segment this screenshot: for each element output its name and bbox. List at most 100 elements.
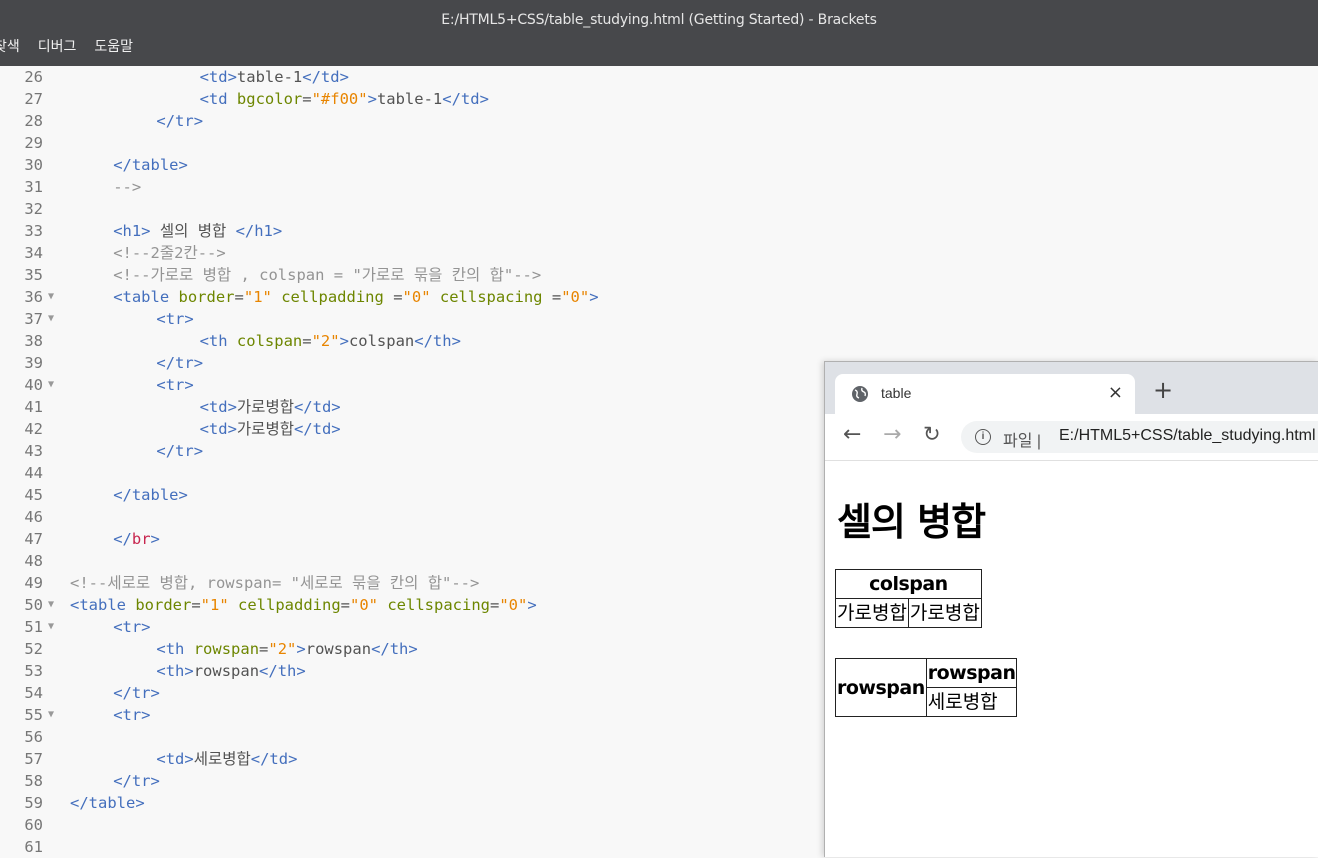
new-tab-button[interactable]: +	[1153, 378, 1173, 402]
code-text: <tr>	[156, 374, 193, 396]
url-text[interactable]: E:/HTML5+CSS/table_studying.html	[1059, 427, 1316, 445]
fold-arrow-icon[interactable]: ▼	[48, 594, 54, 616]
code-text: -->	[113, 176, 141, 198]
code-line[interactable]: 30 </table>	[0, 154, 1318, 176]
code-token: >	[296, 640, 306, 658]
line-number: 48	[24, 552, 43, 570]
line-number: 52	[24, 640, 43, 658]
address-bar[interactable]: i 파일 | E:/HTML5+CSS/table_studying.html	[961, 421, 1318, 453]
rowspan-header: rowspan	[835, 658, 927, 717]
code-token: </tr>	[113, 684, 160, 702]
code-line[interactable]: 27 <td bgcolor="#f00">table-1</td>	[0, 88, 1318, 110]
code-line[interactable]: 36 ▼ <table border="1" cellpadding ="0" ce…	[0, 286, 1318, 308]
tab-strip: table × +	[825, 362, 1318, 414]
fold-arrow-icon[interactable]: ▼	[48, 616, 54, 638]
fold-arrow-icon[interactable]: ▼	[48, 374, 54, 396]
info-icon[interactable]: i	[975, 429, 991, 445]
code-token: <td>	[199, 420, 237, 438]
code-line[interactable]: 37 ▼ <tr>	[0, 308, 1318, 330]
code-text: <th>rowspan</th>	[156, 660, 305, 682]
code-token: cellpadding	[228, 596, 341, 614]
line-number: 61	[24, 838, 43, 856]
menu-item-help[interactable]: 도움말	[94, 36, 133, 58]
line-number: 39	[24, 354, 43, 372]
code-text: </br>	[113, 528, 160, 550]
code-line[interactable]: 35 <!--가로로 병합 , colspan = "가로로 묶을 칸의 합"--…	[0, 264, 1318, 286]
code-line[interactable]: 26 <td>table-1</td>	[0, 66, 1318, 88]
browser-tab[interactable]: table ×	[835, 374, 1135, 414]
code-text: <td>table-1</td>	[200, 66, 349, 88]
code-token: colspan	[236, 332, 303, 350]
line-number: 31	[24, 178, 43, 196]
line-number: 40	[24, 376, 43, 394]
code-text: <th rowspan="2">rowspan</th>	[156, 638, 417, 660]
code-token: "#f00"	[311, 90, 368, 108]
code-token: </table>	[113, 486, 188, 504]
code-token: 세로병합	[193, 750, 251, 768]
close-icon[interactable]: ×	[1108, 382, 1123, 403]
forward-arrow-icon[interactable]: →	[883, 424, 901, 446]
line-number: 29	[24, 134, 43, 152]
code-line[interactable]: 38 <th colspan="2">colspan</th>	[0, 330, 1318, 352]
code-token: border	[178, 288, 235, 306]
line-number: 32	[24, 200, 43, 218]
line-number: 41	[24, 398, 43, 416]
code-token: </td>	[293, 420, 341, 438]
code-token: "0"	[561, 288, 590, 306]
code-token: br	[131, 530, 151, 548]
code-token: border	[135, 596, 192, 614]
line-number: 46	[24, 508, 43, 526]
menu-item-find[interactable]: 찾색	[0, 36, 20, 58]
code-line[interactable]: 29	[0, 132, 1318, 154]
code-token: >	[589, 288, 599, 306]
code-token: <th	[199, 332, 237, 350]
line-number: 44	[24, 464, 43, 482]
code-token: "2"	[311, 332, 340, 350]
code-text: </tr>	[156, 352, 203, 374]
window-title: E:/HTML5+CSS/table_studying.html (Gettin…	[441, 12, 877, 28]
code-token: bgcolor	[236, 90, 303, 108]
table-cell: 세로병합	[925, 687, 1018, 717]
reload-icon[interactable]: ↻	[923, 424, 941, 445]
code-token: </td>	[302, 68, 349, 86]
code-token: "0"	[499, 596, 528, 614]
code-text: </tr>	[156, 110, 203, 132]
browser-window: table × + ← → ↻ i 파일 | E:/HTML5+CSS/tabl…	[824, 361, 1318, 857]
line-number: 55	[24, 706, 43, 724]
code-token: cellspacing	[378, 596, 490, 614]
code-token: 가로병합	[236, 420, 294, 438]
code-text: <tr>	[156, 308, 193, 330]
code-token: </td>	[250, 750, 298, 768]
code-token: rowspan	[305, 640, 372, 658]
code-token: </td>	[442, 90, 489, 108]
table-cell: 가로병합	[835, 598, 909, 628]
code-token: >	[339, 332, 349, 350]
fold-arrow-icon[interactable]: ▼	[48, 308, 54, 330]
code-token: <td>	[199, 68, 237, 86]
code-token: colspan	[348, 332, 415, 350]
code-token: <tr>	[156, 310, 194, 328]
code-token: 셀의 병합	[150, 222, 236, 240]
column-header: rowspan	[925, 658, 1018, 688]
fold-arrow-icon[interactable]: ▼	[48, 286, 54, 308]
line-number: 59	[24, 794, 43, 812]
code-token: <td	[199, 90, 237, 108]
code-token: "1"	[200, 596, 229, 614]
code-token: 가로병합	[236, 398, 294, 416]
back-arrow-icon[interactable]: ←	[843, 424, 861, 446]
code-line[interactable]: 28 </tr>	[0, 110, 1318, 132]
line-number: 54	[24, 684, 43, 702]
code-token: =	[302, 332, 312, 350]
fold-arrow-icon[interactable]: ▼	[48, 704, 54, 726]
code-line[interactable]: 31 -->	[0, 176, 1318, 198]
code-token: </th>	[259, 662, 306, 680]
code-line[interactable]: 34 <!--2줄2칸-->	[0, 242, 1318, 264]
code-token: </th>	[371, 640, 418, 658]
page-heading: 셀의 병합	[837, 500, 986, 544]
menu-item-debug[interactable]: 디버그	[38, 36, 77, 58]
code-line[interactable]: 32	[0, 198, 1318, 220]
code-line[interactable]: 33 <h1> 셀의 병합 </h1>	[0, 220, 1318, 242]
code-token: =	[551, 288, 562, 306]
code-token: table-1	[376, 90, 443, 108]
code-token: <!--2줄2칸-->	[113, 244, 226, 262]
